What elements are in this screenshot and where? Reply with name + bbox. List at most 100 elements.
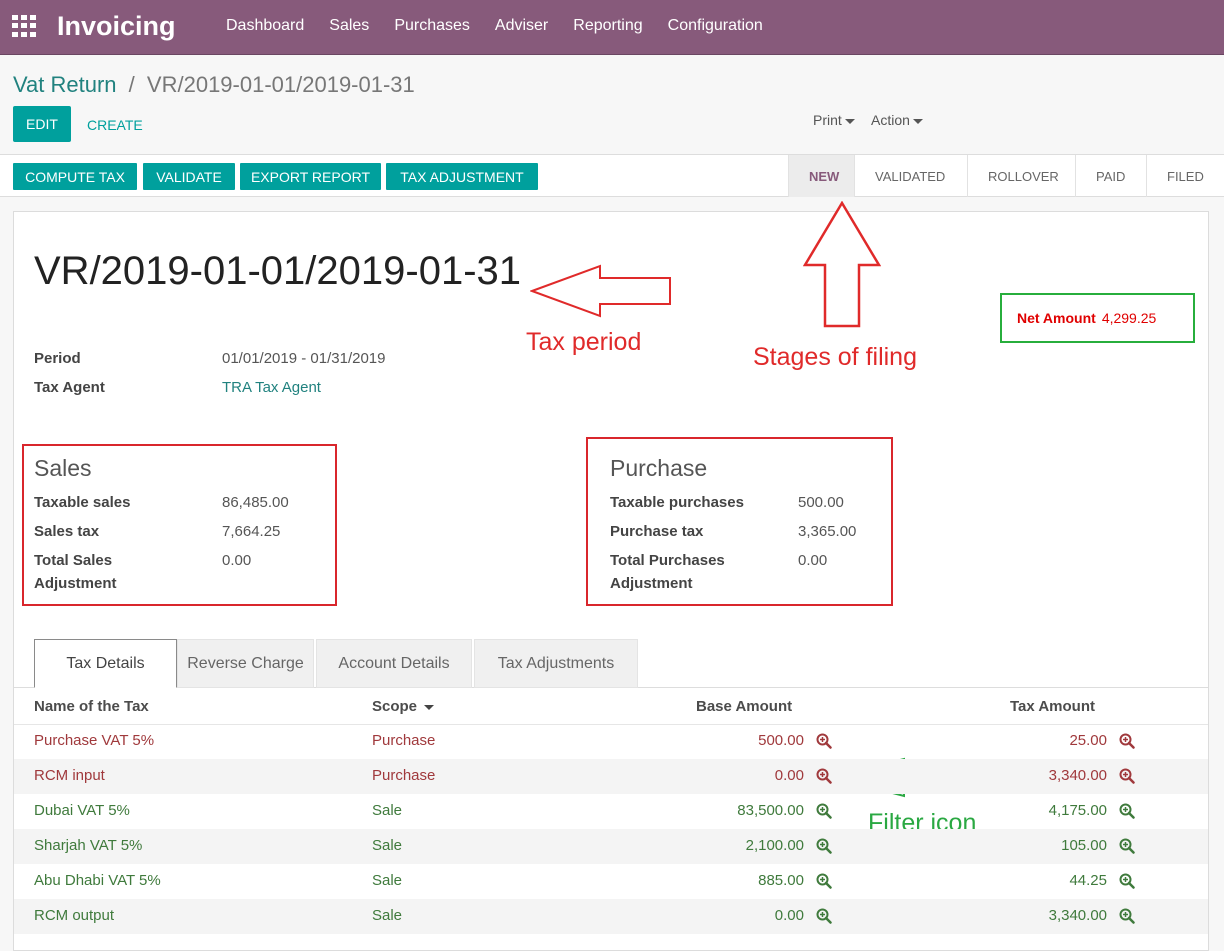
create-button[interactable]: CREATE xyxy=(87,117,143,133)
zoom-in-icon[interactable] xyxy=(816,908,832,924)
zoom-in-icon[interactable] xyxy=(1119,908,1135,924)
total-purchases-adjustment-value: 0.00 xyxy=(798,552,828,569)
stages-of-filing-annotation: Stages of filing xyxy=(753,343,917,371)
header-tax-amount[interactable]: Tax Amount xyxy=(1010,698,1095,715)
table-row[interactable]: RCM input Purchase 0.00 3,340.00 xyxy=(14,759,1208,794)
scope-cell: Sale xyxy=(372,837,403,854)
caret-down-icon xyxy=(912,118,923,124)
notebook-tabs: Tax Details Reverse Charge Account Detai… xyxy=(14,638,1208,688)
sales-tax-label: Sales tax xyxy=(34,523,100,540)
tax-amount-cell: 105.00 xyxy=(1061,837,1107,854)
purchase-tax-value: 3,365.00 xyxy=(798,523,857,540)
action-dropdown[interactable]: Action xyxy=(871,112,923,128)
tab-tax-details[interactable]: Tax Details xyxy=(34,639,177,688)
zoom-in-icon[interactable] xyxy=(1119,768,1135,784)
tax-amount-cell: 44.25 xyxy=(1069,872,1107,889)
validate-button[interactable]: VALIDATE xyxy=(143,163,235,190)
table-row[interactable]: RCM output Sale 0.00 3,340.00 xyxy=(14,899,1208,934)
tax-name-cell: Purchase VAT 5% xyxy=(34,732,155,749)
zoom-in-icon[interactable] xyxy=(1119,733,1135,749)
stage-paid[interactable]: PAID xyxy=(1075,155,1146,197)
scope-cell: Sale xyxy=(372,802,403,819)
stage-validated[interactable]: VALIDATED xyxy=(854,155,967,197)
tax-agent-label: Tax Agent xyxy=(34,379,105,396)
header-name-of-tax[interactable]: Name of the Tax xyxy=(34,698,149,715)
tax-name-cell: RCM input xyxy=(34,767,105,784)
sort-desc-icon xyxy=(424,704,435,710)
net-amount-label: Net Amount xyxy=(1017,310,1096,326)
table-row[interactable]: Sharjah VAT 5% Sale 2,100.00 105.00 xyxy=(14,829,1208,864)
zoom-in-icon[interactable] xyxy=(816,803,832,819)
scope-cell: Sale xyxy=(372,907,403,924)
status-bar: COMPUTE TAX VALIDATE EXPORT REPORT TAX A… xyxy=(0,154,1224,197)
tax-amount-cell: 3,340.00 xyxy=(1048,907,1107,924)
print-dropdown[interactable]: Print xyxy=(813,112,855,128)
total-purchases-adjustment-label: Total Purchases xyxy=(610,552,725,569)
tab-tax-adjustments[interactable]: Tax Adjustments xyxy=(474,639,638,688)
period-value: 01/01/2019 - 01/31/2019 xyxy=(222,350,386,367)
tax-amount-cell: 3,340.00 xyxy=(1048,767,1107,784)
breadcrumb-parent-link[interactable]: Vat Return xyxy=(13,72,117,97)
zoom-in-icon[interactable] xyxy=(816,733,832,749)
taxable-sales-value: 86,485.00 xyxy=(222,494,289,511)
zoom-in-icon[interactable] xyxy=(1119,873,1135,889)
net-amount-value: 4,299.25 xyxy=(1101,310,1157,326)
total-sales-adjustment-label-line2: Adjustment xyxy=(34,575,117,592)
zoom-in-icon[interactable] xyxy=(1119,803,1135,819)
net-amount-box: Net Amount 4,299.25 xyxy=(1000,293,1195,343)
base-amount-cell: 885.00 xyxy=(758,872,804,889)
header-base-amount[interactable]: Base Amount xyxy=(696,698,792,715)
tax-amount-cell: 25.00 xyxy=(1069,732,1107,749)
app-title: Invoicing xyxy=(57,11,176,41)
tax-name-cell: Abu Dhabi VAT 5% xyxy=(34,872,161,889)
base-amount-cell: 500.00 xyxy=(758,732,804,749)
stage-rollover[interactable]: ROLLOVER xyxy=(967,155,1075,197)
base-amount-cell: 2,100.00 xyxy=(745,837,804,854)
purchase-group-title: Purchase xyxy=(610,455,708,481)
base-amount-cell: 0.00 xyxy=(774,907,804,924)
menu-sales[interactable]: Sales xyxy=(329,17,369,35)
scope-cell: Sale xyxy=(372,872,403,889)
tax-name-cell: Dubai VAT 5% xyxy=(34,802,130,819)
table-row[interactable]: Dubai VAT 5% Sale 83,500.00 4,175.00 xyxy=(14,794,1208,829)
apps-menu-icon[interactable] xyxy=(12,15,36,37)
edit-button[interactable]: EDIT xyxy=(13,106,71,142)
taxable-sales-label: Taxable sales xyxy=(34,494,131,511)
menu-purchases[interactable]: Purchases xyxy=(394,17,470,35)
table-header: Name of the Tax Scope Base Amount Tax Am… xyxy=(14,689,1208,725)
tax-agent-link[interactable]: TRA Tax Agent xyxy=(222,379,321,396)
scope-cell: Purchase xyxy=(372,767,436,784)
zoom-in-icon[interactable] xyxy=(816,768,832,784)
menu-dashboard[interactable]: Dashboard xyxy=(226,17,304,35)
tax-amount-cell: 4,175.00 xyxy=(1048,802,1107,819)
purchase-tax-label: Purchase tax xyxy=(610,523,704,540)
tab-account-details[interactable]: Account Details xyxy=(316,639,472,688)
left-arrow-annotation-icon xyxy=(530,264,671,318)
base-amount-cell: 0.00 xyxy=(774,767,804,784)
zoom-in-icon[interactable] xyxy=(1119,838,1135,854)
print-label: Print xyxy=(813,112,842,128)
main-menu: Dashboard Sales Purchases Adviser Report… xyxy=(226,17,788,35)
compute-tax-button[interactable]: COMPUTE TAX xyxy=(13,163,137,190)
sales-group-title: Sales xyxy=(34,455,92,481)
header-scope[interactable]: Scope xyxy=(372,698,435,715)
export-report-button[interactable]: EXPORT REPORT xyxy=(240,163,381,190)
table-row[interactable]: Abu Dhabi VAT 5% Sale 885.00 44.25 xyxy=(14,864,1208,899)
stage-pipeline: NEW VALIDATED ROLLOVER PAID FILED xyxy=(788,155,1224,197)
zoom-in-icon[interactable] xyxy=(816,838,832,854)
tax-name-cell: RCM output xyxy=(34,907,115,924)
stage-new[interactable]: NEW xyxy=(788,155,854,197)
record-title: VR/2019-01-01/2019-01-31 xyxy=(34,249,522,293)
tab-reverse-charge[interactable]: Reverse Charge xyxy=(177,639,314,688)
tax-name-cell: Sharjah VAT 5% xyxy=(34,837,143,854)
menu-adviser[interactable]: Adviser xyxy=(495,17,548,35)
breadcrumb-separator: / xyxy=(128,72,135,97)
menu-configuration[interactable]: Configuration xyxy=(668,17,763,35)
table-row[interactable]: Purchase VAT 5% Purchase 500.00 25.00 xyxy=(14,724,1208,759)
zoom-in-icon[interactable] xyxy=(816,873,832,889)
menu-reporting[interactable]: Reporting xyxy=(573,17,642,35)
stage-filed[interactable]: FILED xyxy=(1146,155,1224,197)
tax-adjustment-button[interactable]: TAX ADJUSTMENT xyxy=(386,163,538,190)
breadcrumb-current: VR/2019-01-01/2019-01-31 xyxy=(146,72,415,97)
up-arrow-annotation-icon xyxy=(803,201,881,328)
